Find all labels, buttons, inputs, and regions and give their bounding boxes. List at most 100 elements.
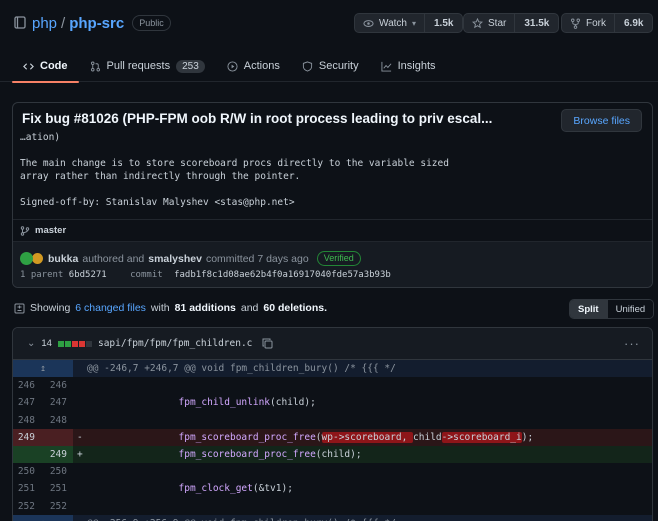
diffstat-block [78,340,85,347]
diffstat-block [64,340,71,347]
tab-actions[interactable]: Actions [216,50,291,82]
shield-icon [302,60,312,72]
diff-line: 249 + fpm_scoreboard_proc_free(child); [13,445,652,464]
old-line-number[interactable]: 247 [13,394,41,411]
tab-code[interactable]: Code [12,50,79,83]
split-view-button[interactable]: Split [570,300,607,318]
avatar[interactable] [20,252,33,265]
old-line-number[interactable]: 252 [13,498,41,515]
old-line-number[interactable]: 249 [13,428,41,446]
branch-row: master [13,219,652,241]
visibility-badge: Public [132,15,171,31]
commit-title: Fix bug #81026 (PHP-FPM oob R/W in root … [22,111,493,126]
tab-insights[interactable]: Insights [370,50,447,82]
diff-sign: + [77,448,83,460]
commit-authors: bukka authored and smalyshev committed 7… [20,251,361,266]
chevron-down-icon[interactable]: ⌄ [27,338,35,349]
diff-file: ⌄ 14 sapi/fpm/fpm/fpm_children.c ··· ↥ @@… [12,327,653,521]
diff-lines: ↥ @@ -246,7 +246,7 @@ void fpm_children_b… [13,360,652,521]
pull-request-icon [90,61,100,71]
parent-hash-link[interactable]: 6bd5271 [69,270,107,280]
fork-label: Fork [586,17,606,29]
pull-requests-count: 253 [176,59,205,73]
diff-line: 248 248 [13,412,652,429]
copy-icon[interactable] [262,338,273,349]
new-line-number[interactable]: 251 [41,480,73,497]
browse-files-button[interactable]: Browse files [561,109,642,132]
diff-line: 249 - fpm_scoreboard_proc_free(wp->scoreb… [13,428,652,446]
changed-files-link[interactable]: 6 changed files [75,302,146,314]
expand-up-icon[interactable]: ↥ [13,360,73,378]
repo-tabs: Code Pull requests 253 Actions Security … [12,50,447,83]
old-line-number[interactable] [13,445,41,464]
commit-description: …ation) The main change is to store scor… [20,132,449,208]
repo-header: php / php-src Public Watch ▾ 1.5k Star 31… [0,0,658,83]
tab-actions-label: Actions [243,60,280,72]
diff-sign [73,377,87,394]
diffstat-block [85,340,92,347]
fork-button[interactable]: Fork 6.9k [561,13,654,33]
commit-hash: fadb1f8c1d08ae62b4f0a16917040fde57a3b93b [174,270,391,280]
new-line-number[interactable]: 250 [41,463,73,480]
watch-button[interactable]: Watch ▾ 1.5k [354,13,464,33]
hunk-text: @@ -256,9 +256,9 @@ void fpm_children_bu… [73,515,652,521]
star-button[interactable]: Star 31.5k [463,13,560,33]
new-line-number[interactable]: 246 [41,377,73,394]
new-line-number[interactable]: 248 [41,412,73,429]
diff-line: 247 247 fpm_child_unlink(child); [13,394,652,411]
expand-up-icon[interactable]: ↥ [13,514,73,521]
tab-security[interactable]: Security [291,50,370,82]
authored-text: authored and [82,252,145,265]
tab-insights-label: Insights [397,60,436,72]
old-line-number[interactable]: 246 [13,377,41,394]
code-icon [23,62,34,70]
diffstat-block [71,340,78,347]
fork-count[interactable]: 6.9k [615,14,652,32]
graph-icon [381,61,392,72]
old-line-number[interactable]: 250 [13,463,41,480]
kebab-menu-icon[interactable]: ··· [624,336,640,351]
new-line-number[interactable]: 252 [41,498,73,515]
repo-name-link[interactable]: php-src [69,15,124,32]
old-line-number[interactable]: 248 [13,412,41,429]
diffstat-block [57,340,64,347]
tab-pull-requests[interactable]: Pull requests 253 [79,50,216,82]
diff-stats: Showing 6 changed files with 81 addition… [14,302,327,314]
hunk-header: ↥ @@ -246,7 +246,7 @@ void fpm_children_b… [13,360,652,378]
old-line-number[interactable]: 251 [13,480,41,497]
file-path[interactable]: sapi/fpm/fpm/fpm_children.c [98,338,252,349]
new-line-number[interactable]: 249 [41,445,73,464]
parent-label: 1 parent [20,270,64,280]
hunk-text: @@ -246,7 +246,7 @@ void fpm_children_bu… [87,363,396,374]
diffstat-blocks [57,340,92,347]
file-diff-icon [14,303,25,313]
commit-label: commit [130,270,163,280]
new-line-number[interactable]: 247 [41,394,73,411]
commit-box: Fix bug #81026 (PHP-FPM oob R/W in root … [12,102,653,288]
code-text: fpm_child_unlink(child); [178,397,316,409]
star-label: Star [488,17,507,29]
verified-badge[interactable]: Verified [316,251,361,266]
watch-count[interactable]: 1.5k [425,14,462,32]
author-link[interactable]: bukka [48,253,78,265]
diff-sign: - [77,431,83,443]
new-line-number[interactable] [41,428,73,446]
code-text: fpm_scoreboard_proc_free(child); [178,448,362,460]
committer-link[interactable]: smalyshev [148,253,202,265]
star-icon [472,17,483,28]
play-circle-icon [227,60,238,72]
repo-owner-link[interactable]: php [32,15,57,32]
code-text: fpm_clock_get(&tv1); [178,483,293,495]
watch-label: Watch [379,17,407,29]
unified-view-button[interactable]: Unified [606,300,654,318]
diff-line: 251 251 fpm_clock_get(&tv1); [13,480,652,497]
branch-name[interactable]: master [35,225,66,236]
additions-count: 81 additions [174,302,236,314]
hunk-header: ↥@@ -256,9 +256,9 @@ void fpm_children_b… [13,514,652,521]
stats-with: with [150,302,170,314]
repo-title: php / php-src Public [14,13,171,33]
star-count[interactable]: 31.5k [515,14,558,32]
